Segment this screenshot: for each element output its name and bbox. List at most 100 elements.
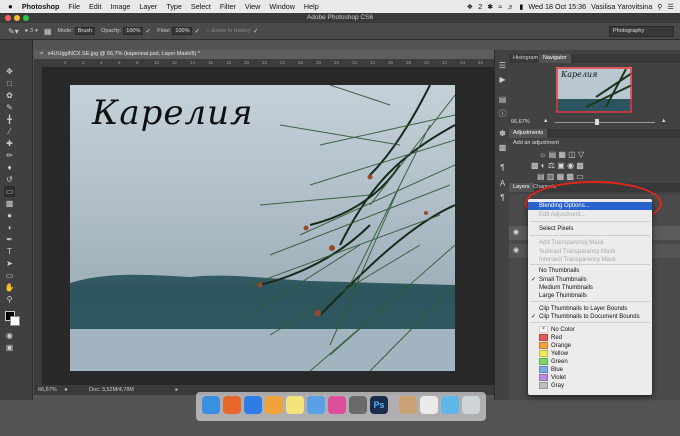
minimize-window-button[interactable]: [14, 15, 20, 21]
wifi-icon[interactable]: ≈: [498, 2, 502, 11]
mode-select[interactable]: Brush: [74, 27, 96, 35]
menu-view[interactable]: View: [245, 2, 260, 11]
status-info-icon[interactable]: ●: [64, 387, 67, 393]
clone-source-panel-icon[interactable]: ▩: [497, 142, 508, 153]
spotlight-icon[interactable]: ⚲: [657, 2, 662, 11]
vibrance-icon[interactable]: ▩: [531, 161, 539, 170]
menu-select[interactable]: Select: [191, 2, 211, 11]
brightness-icon[interactable]: ☼: [539, 150, 546, 159]
notification-icon[interactable]: ☰: [668, 2, 674, 11]
context-menu-item[interactable]: ✓ Clip Thumbnails to Document Bounds: [528, 313, 652, 321]
dropbox-icon[interactable]: ❖: [467, 2, 473, 11]
context-menu-item[interactable]: Large Thumbnails: [528, 292, 652, 300]
exposure-icon[interactable]: ◫: [568, 150, 576, 159]
blur-tool-icon[interactable]: ●: [4, 210, 15, 221]
shape-tool-icon[interactable]: ▭: [4, 270, 15, 281]
context-menu-item[interactable]: Blending Options...: [528, 202, 652, 210]
invert-icon[interactable]: ▤: [537, 172, 545, 181]
layer-visibility-icon[interactable]: ◉: [513, 246, 519, 254]
menu-window[interactable]: Window: [269, 2, 295, 11]
menu-image[interactable]: Image: [110, 2, 130, 11]
gradient-adjustment-icon[interactable]: ▽: [578, 150, 584, 159]
screenshot-icon[interactable]: [349, 396, 367, 414]
actions-panel-icon[interactable]: ▶: [497, 74, 508, 85]
info-panel-icon[interactable]: ⓘ: [497, 108, 508, 119]
navigator-preview[interactable]: Карелия: [556, 67, 632, 113]
navigator-zoom-slider[interactable]: [555, 122, 655, 123]
itunes-icon[interactable]: [328, 396, 346, 414]
zoom-window-button[interactable]: [23, 15, 29, 21]
dodge-tool-icon[interactable]: ◖: [4, 222, 15, 233]
tab-adjustments[interactable]: Adjustments: [509, 129, 548, 138]
menu-type[interactable]: Type: [166, 2, 182, 11]
erase-to-history-control[interactable]: ○ Erase to History ✓: [206, 27, 258, 35]
ibooks-icon[interactable]: [265, 396, 283, 414]
lasso-tool-icon[interactable]: ✿: [4, 90, 15, 101]
channel-mixer-icon[interactable]: ▩: [576, 161, 584, 170]
photo-filter-icon[interactable]: ◉: [567, 161, 574, 170]
clone-stamp-tool-icon[interactable]: ♦: [4, 162, 15, 173]
menu-filter[interactable]: Filter: [220, 2, 236, 11]
safari-icon[interactable]: [244, 396, 262, 414]
layer-visibility-icon[interactable]: ◉: [513, 228, 519, 236]
pressure-size-icon[interactable]: ✓: [253, 27, 259, 35]
brush-tool-icon[interactable]: ✏: [4, 150, 15, 161]
threshold-icon[interactable]: ▦: [557, 172, 565, 181]
move-tool-icon[interactable]: ✥: [4, 66, 15, 77]
history-brush-tool-icon[interactable]: ↺: [4, 174, 15, 185]
pressure-opacity-icon[interactable]: ✓: [145, 27, 151, 35]
apple-menu-icon[interactable]: ●: [8, 2, 13, 11]
clock[interactable]: Wed 18 Oct 15:36: [528, 2, 586, 11]
properties-panel-icon[interactable]: ▤: [497, 94, 508, 105]
character-panel-icon[interactable]: A: [497, 178, 508, 189]
type-tool-icon[interactable]: T: [4, 246, 15, 257]
menu-layer[interactable]: Layer: [139, 2, 157, 11]
volume-icon[interactable]: ♬: [507, 2, 514, 11]
brush-panel-icon[interactable]: ▦: [44, 27, 52, 36]
erase-to-history-checkbox[interactable]: ○: [206, 28, 209, 34]
black-white-icon[interactable]: ▣: [557, 161, 565, 170]
slides-icon[interactable]: [420, 396, 438, 414]
menu-help[interactable]: Help: [304, 2, 319, 11]
healing-brush-tool-icon[interactable]: ✚: [4, 138, 15, 149]
path-selection-tool-icon[interactable]: ➤: [4, 258, 15, 269]
tab-navigator[interactable]: Navigator: [539, 54, 571, 63]
marquee-tool-icon[interactable]: □: [4, 78, 15, 89]
zoom-tool-icon[interactable]: ⚲: [4, 294, 15, 305]
close-window-button[interactable]: [5, 15, 11, 21]
paragraph-panel-icon[interactable]: ¶: [497, 162, 508, 173]
navigator-zoom-value[interactable]: 66,67%: [511, 119, 530, 125]
selective-color-icon[interactable]: ▩: [566, 172, 574, 181]
photos-icon[interactable]: [441, 396, 459, 414]
color-balance-icon[interactable]: ⚖: [548, 161, 555, 170]
workspace-select[interactable]: Photography: [609, 26, 674, 37]
layer-color-option[interactable]: Orange: [528, 342, 652, 350]
history-panel-icon[interactable]: ☰: [497, 60, 508, 71]
firefox-icon[interactable]: [223, 396, 241, 414]
battery-icon[interactable]: ▮: [519, 2, 523, 11]
crop-tool-icon[interactable]: ╋: [4, 114, 15, 125]
document-canvas[interactable]: Карелия: [70, 85, 455, 371]
menu-file[interactable]: File: [68, 2, 80, 11]
app-menu[interactable]: Photoshop: [22, 2, 60, 11]
contacts-icon[interactable]: [399, 396, 417, 414]
zoom-in-icon[interactable]: ▲: [661, 118, 666, 124]
photoshop-icon[interactable]: Ps: [370, 396, 388, 414]
eraser-tool-icon[interactable]: ▭: [4, 186, 15, 197]
tab-histogram[interactable]: Histogram: [509, 54, 542, 63]
pen-tool-icon[interactable]: ✒: [4, 234, 15, 245]
finder-icon[interactable]: [202, 396, 220, 414]
screen-mode-icon[interactable]: ▣: [4, 342, 15, 353]
context-menu-item[interactable]: Select Pixels: [528, 225, 652, 233]
context-menu-item[interactable]: Medium Thumbnails: [528, 284, 652, 292]
background-color-swatch[interactable]: [10, 316, 20, 326]
brush-panel-strip-icon[interactable]: ✽: [497, 128, 508, 139]
flow-input[interactable]: 100%: [172, 27, 193, 35]
quick-select-tool-icon[interactable]: ✎: [4, 102, 15, 113]
layer-color-option[interactable]: Green: [528, 358, 652, 366]
context-menu-item[interactable]: ✓ Small Thumbnails: [528, 276, 652, 284]
menu-edit[interactable]: Edit: [89, 2, 101, 11]
layer-color-option[interactable]: × No Color: [528, 326, 652, 334]
document-tab[interactable]: × x4UUggiNCX.SE.jpg @ 66,7% (kapeneai.ps…: [34, 50, 494, 59]
gradient-map-icon[interactable]: ▭: [576, 172, 584, 181]
